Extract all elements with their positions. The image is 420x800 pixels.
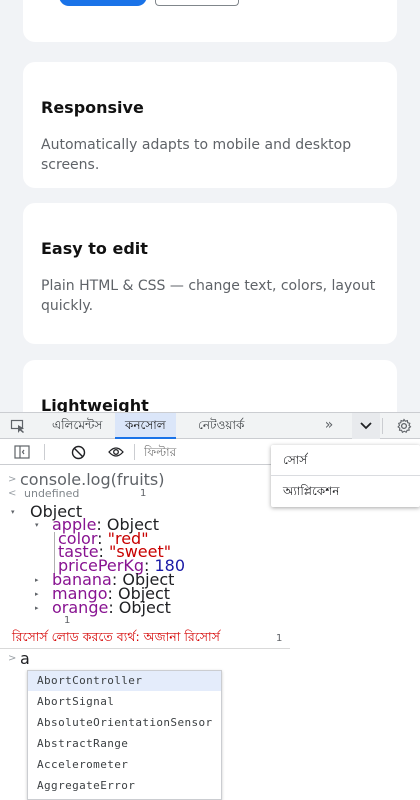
- autocomplete-item[interactable]: AbortSignal: [28, 692, 221, 712]
- prompt-chevron-icon: >: [8, 474, 17, 485]
- console-prompt[interactable]: > a: [0, 651, 420, 667]
- divider: [0, 648, 290, 649]
- filter-input[interactable]: [140, 443, 270, 461]
- divider: [382, 418, 383, 434]
- error-message: রিসোর্স লোড করতে ব্যর্থ: অজানা রিসোর্স: [12, 629, 220, 644]
- more-tabs-menu: সোর্স অ্যাপ্লিকেশন: [271, 445, 420, 507]
- card-text: Automatically adapts to mobile and deskt…: [41, 137, 352, 173]
- result-chevron-icon: <: [8, 488, 17, 499]
- collapsed-triangle-icon[interactable]: ▸: [35, 573, 39, 587]
- collapsed-triangle-icon[interactable]: ▸: [35, 587, 39, 601]
- clear-console-icon[interactable]: [64, 439, 92, 465]
- divider: [134, 444, 135, 460]
- console-input[interactable]: a: [20, 651, 30, 667]
- autocomplete-item[interactable]: AggregateError: [28, 776, 221, 796]
- autocomplete-item[interactable]: AbstractRange: [28, 734, 221, 754]
- autocomplete-list: AbortController AbortSignal AbsoluteOrie…: [27, 670, 222, 800]
- divider: [44, 444, 45, 460]
- expand-triangle-icon[interactable]: ▾: [11, 505, 15, 519]
- console-command: console.log(fruits): [20, 470, 165, 489]
- menu-item-sources[interactable]: সোর্স: [283, 452, 307, 472]
- group-count-row: 1: [64, 615, 71, 626]
- collapsed-triangle-icon[interactable]: ▸: [35, 601, 39, 615]
- card-text: Plain HTML & CSS — change text, colors, …: [41, 278, 376, 314]
- more-tabs-button[interactable]: »: [318, 413, 340, 439]
- card-title: Easy to edit: [41, 239, 148, 258]
- autocomplete-item[interactable]: AbsoluteOrientationSensor: [28, 713, 221, 733]
- expand-triangle-icon[interactable]: ▾: [35, 518, 39, 532]
- menu-item-application[interactable]: অ্যাপ্লিকেশন: [283, 483, 339, 503]
- card-title: Lightweight: [41, 396, 149, 412]
- autocomplete-item[interactable]: AbortController: [28, 671, 221, 691]
- primary-button[interactable]: [59, 0, 147, 6]
- web-page: Responsive Automatically adapts to mobil…: [0, 0, 420, 412]
- feature-card-responsive: Responsive Automatically adapts to mobil…: [23, 62, 397, 188]
- devtools-tabbar: এলিমেন্টস কনসোল নেটওয়ার্ক »: [0, 413, 420, 439]
- gear-icon[interactable]: [390, 413, 418, 439]
- tab-network[interactable]: নেটওয়ার্ক: [188, 413, 254, 439]
- hero-card: [23, 0, 397, 42]
- message-count: 1: [140, 488, 147, 499]
- divider: [271, 475, 420, 476]
- tab-elements[interactable]: এলিমেন্টস: [42, 413, 112, 439]
- feature-card-lightweight: Lightweight: [23, 360, 397, 412]
- error-count: 1: [276, 633, 283, 644]
- object-prop-orange[interactable]: ▸ orange: Object: [0, 600, 420, 616]
- console-result-value: undefined: [24, 487, 80, 500]
- eye-icon[interactable]: [102, 439, 130, 465]
- chevron-down-icon[interactable]: [352, 413, 380, 439]
- secondary-button[interactable]: [155, 0, 239, 6]
- autocomplete-item[interactable]: Accelerometer: [28, 755, 221, 775]
- tab-console[interactable]: কনসোল: [115, 413, 176, 439]
- prompt-chevron-icon: >: [8, 653, 17, 664]
- inspect-element-icon[interactable]: [4, 413, 32, 439]
- feature-card-easy-edit: Easy to edit Plain HTML & CSS — change t…: [23, 203, 397, 344]
- card-title: Responsive: [41, 98, 144, 117]
- console-error-row: রিসোর্স লোড করতে ব্যর্থ: অজানা রিসোর্স 1: [0, 630, 420, 650]
- sidebar-toggle-icon[interactable]: [8, 439, 36, 465]
